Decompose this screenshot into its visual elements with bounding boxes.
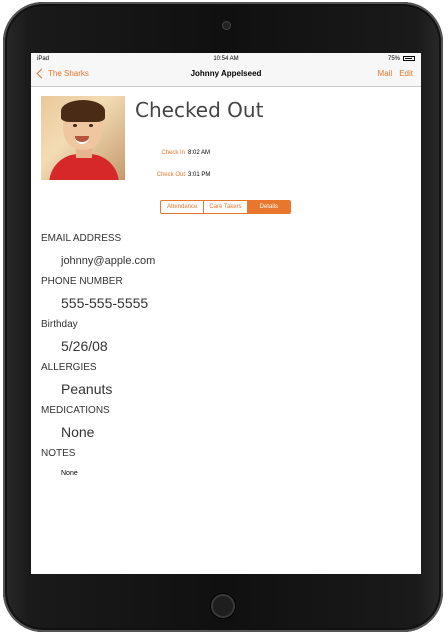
allergies-value: Peanuts xyxy=(61,381,113,397)
birthday-label: Birthday xyxy=(41,319,78,330)
notes-value: None xyxy=(61,470,78,477)
check-out-row: Check Out 3:01 PM xyxy=(147,172,211,178)
check-out-time: 3:01 PM xyxy=(188,172,211,178)
check-out-label: Check Out xyxy=(156,172,185,178)
check-in-row: Check In 8:02 AM xyxy=(147,150,210,156)
page-title: Johnny Appelseed xyxy=(190,69,262,78)
home-button[interactable] xyxy=(211,594,235,618)
mail-button[interactable]: Mail xyxy=(378,69,393,78)
nav-actions: Mail Edit xyxy=(378,69,413,78)
email-label: EMAIL ADDRESS xyxy=(41,233,122,244)
ipad-frame: iPad 10:54 AM 75% The Sharks Johnny Appe… xyxy=(3,2,443,632)
notes-label: NOTES xyxy=(41,448,76,459)
camera-icon xyxy=(223,22,230,29)
check-in-time: 8:02 AM xyxy=(188,150,211,156)
medications-value: None xyxy=(61,424,95,440)
battery-icon xyxy=(403,56,415,61)
tab-details[interactable]: Details xyxy=(247,201,290,213)
email-value[interactable]: johnny@apple.com xyxy=(61,255,155,267)
tab-attendance[interactable]: Attendance xyxy=(161,201,205,213)
navigation-bar: The Sharks Johnny Appelseed Mail Edit xyxy=(31,64,421,87)
phone-label: PHONE NUMBER xyxy=(41,276,123,287)
checkout-status: Checked Out xyxy=(135,98,264,122)
phone-value[interactable]: 555-555-5555 xyxy=(61,295,148,311)
medications-label: MEDICATIONS xyxy=(41,405,110,416)
edit-button[interactable]: Edit xyxy=(399,69,413,78)
status-bar: iPad 10:54 AM 75% xyxy=(31,53,421,64)
allergies-label: ALLERGIES xyxy=(41,362,97,373)
section-segmented-control: Attendance Care Takers Details xyxy=(160,200,291,214)
clock: 10:54 AM xyxy=(213,55,239,62)
tab-care-takers[interactable]: Care Takers xyxy=(204,201,248,213)
app-screen: iPad 10:54 AM 75% The Sharks Johnny Appe… xyxy=(31,53,421,574)
check-in-label: Check In xyxy=(161,150,185,156)
birthday-value: 5/26/08 xyxy=(61,338,108,354)
child-photo xyxy=(41,96,125,180)
